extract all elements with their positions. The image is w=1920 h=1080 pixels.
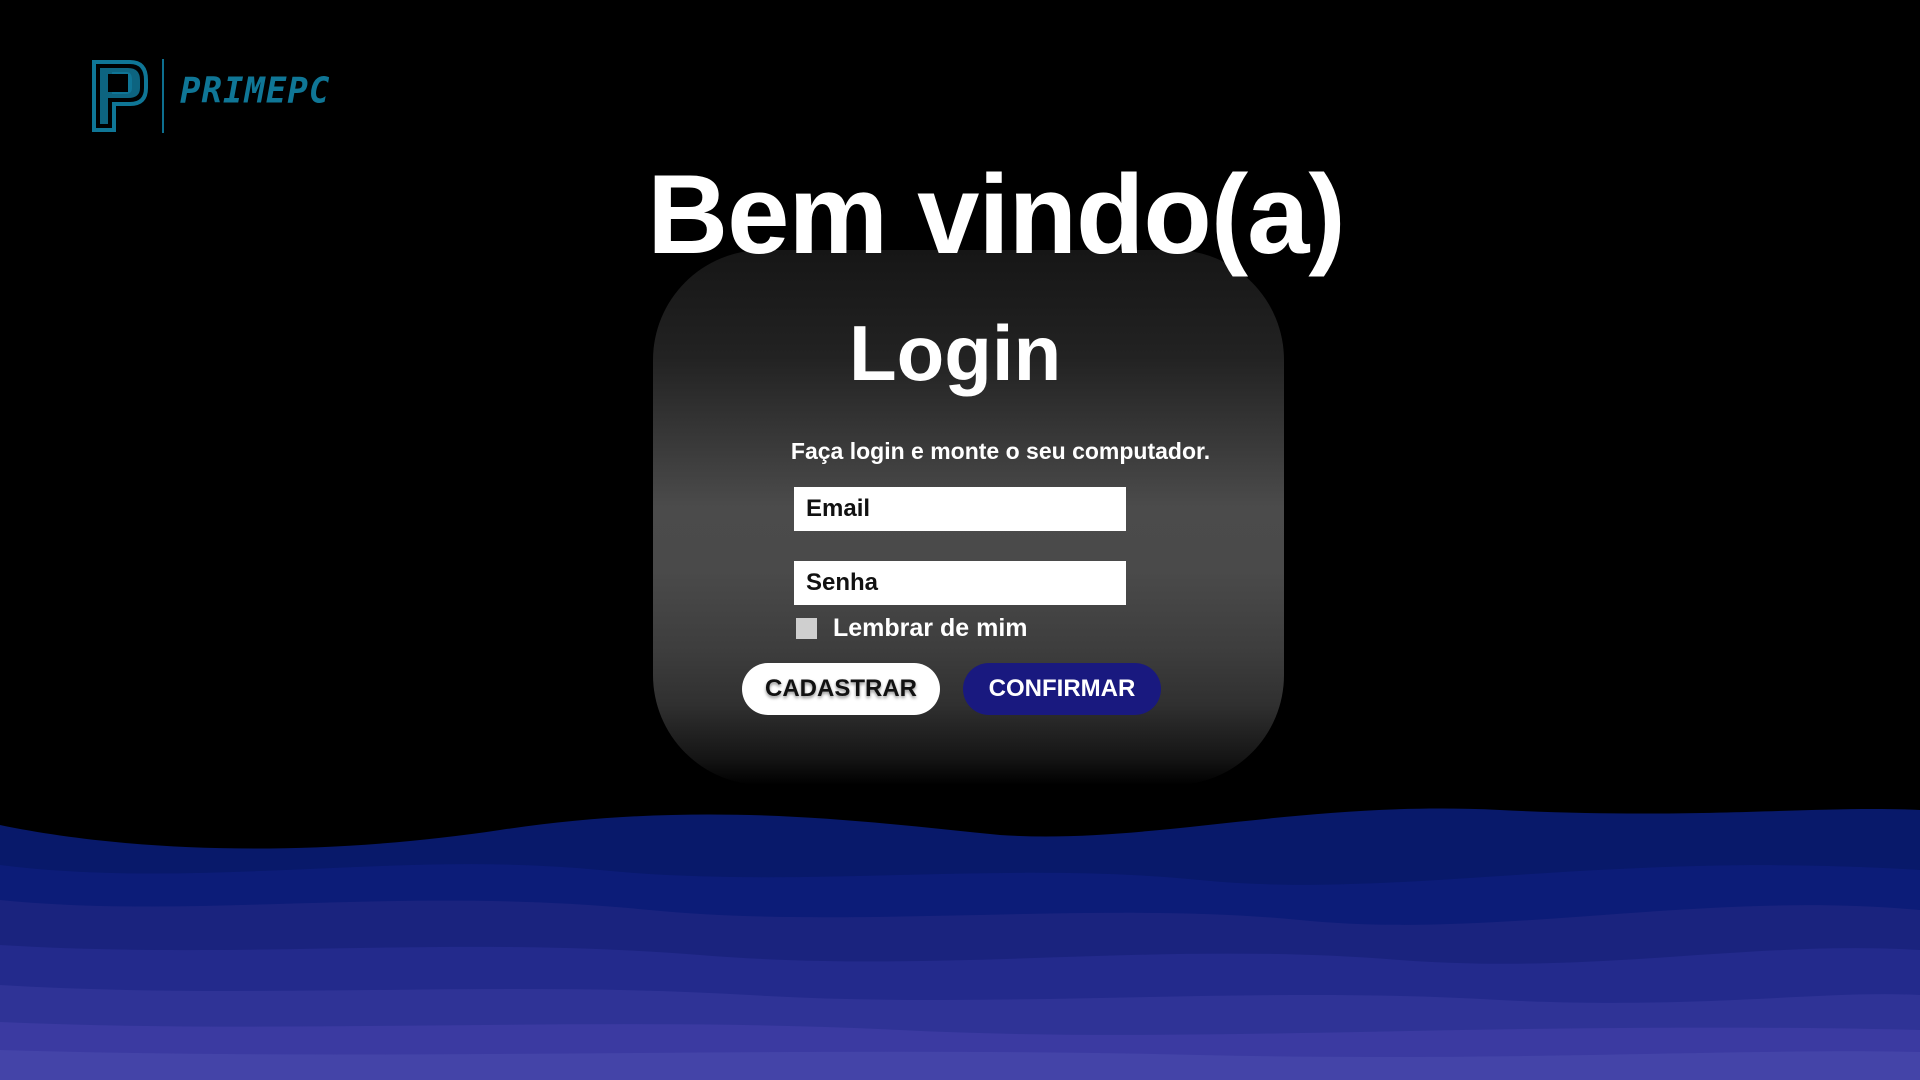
login-card: Login Faça login e monte o seu computado… [653, 250, 1284, 785]
brand-logo[interactable]: PRIMEPC [90, 58, 330, 134]
login-subtitle: Faça login e monte o seu computador. [790, 438, 1211, 464]
login-page: PRIMEPC Bem vindo(a) Login Faça login e … [0, 0, 1920, 1080]
remember-me[interactable]: Lembrar de mim [796, 614, 1028, 643]
remember-label: Lembrar de mim [833, 614, 1028, 642]
welcome-heading: Bem vindo(a) [647, 152, 1345, 277]
login-title: Login [849, 309, 1062, 397]
primepc-p-icon [92, 60, 148, 132]
password-input[interactable] [794, 561, 1126, 605]
email-input[interactable] [794, 487, 1126, 531]
confirm-button[interactable]: CONFIRMAR [963, 663, 1161, 715]
brand-name: PRIMEPC [180, 70, 331, 112]
logo-divider [162, 59, 164, 133]
wave-decoration [0, 808, 1920, 1080]
register-button[interactable]: CADASTRAR [742, 663, 940, 715]
remember-checkbox[interactable] [796, 618, 817, 639]
